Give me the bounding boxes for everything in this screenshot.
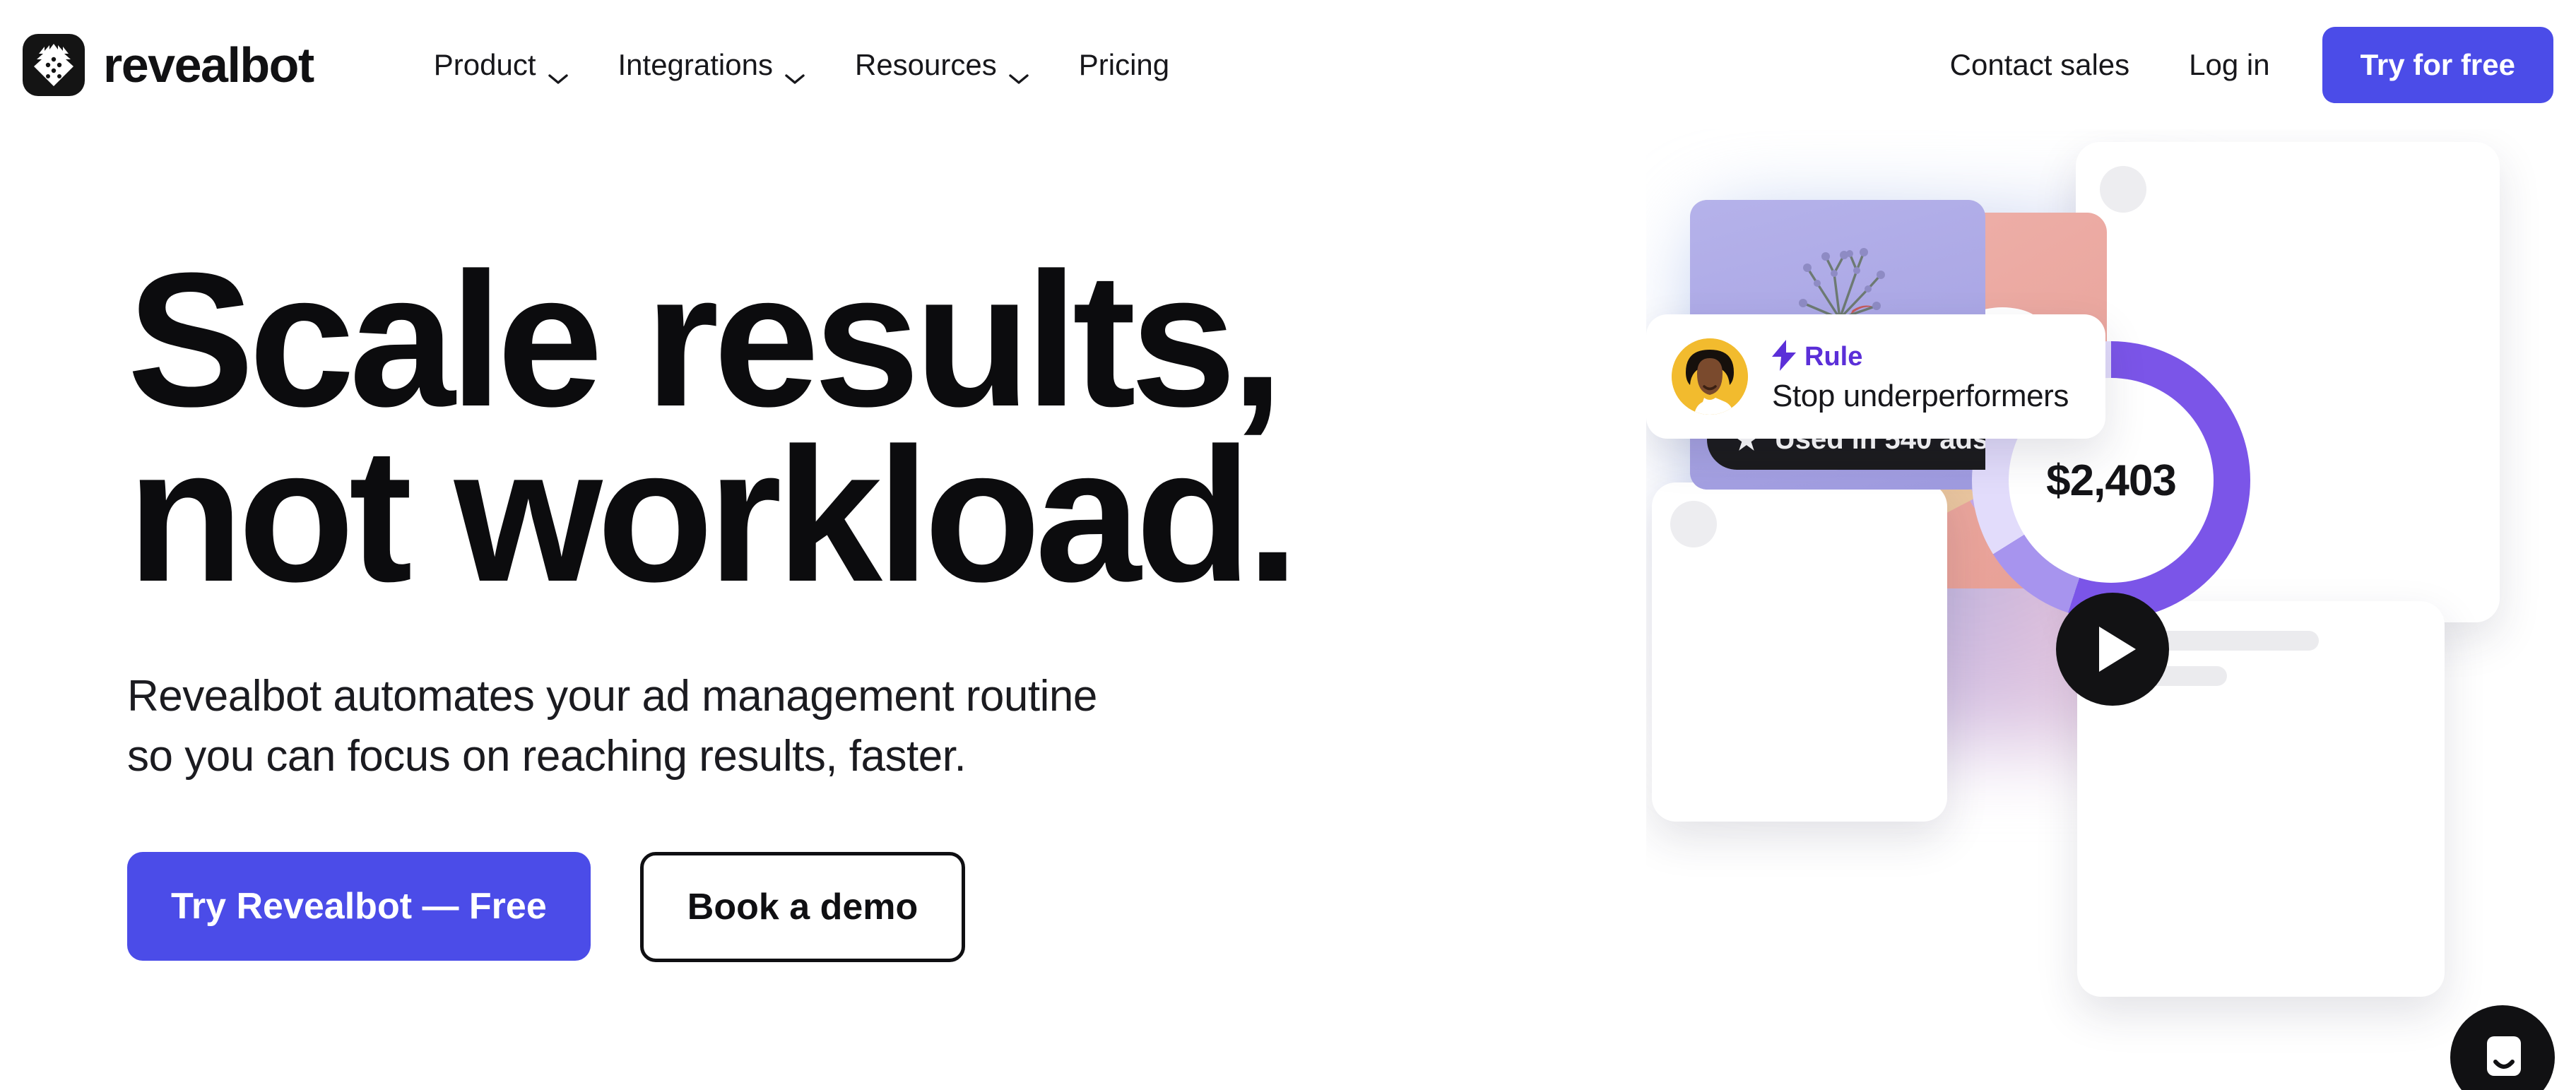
log-in-link[interactable]: Log in	[2159, 48, 2299, 82]
try-for-free-button[interactable]: Try for free	[2322, 26, 2553, 103]
hero-illustration: Rule Stop underperformers ★ Used in 540 …	[1646, 129, 2576, 1090]
contact-sales-link[interactable]: Contact sales	[1920, 48, 2159, 82]
nav-item-product[interactable]: Product	[409, 47, 593, 84]
subhead-line-2: so you can focus on reaching results, fa…	[127, 732, 967, 781]
brand-wordmark: revealbot	[103, 37, 314, 93]
chevron-down-icon	[1008, 59, 1029, 84]
headline-line-2: not workload.	[127, 409, 1299, 622]
brand-logo[interactable]: revealbot	[23, 33, 314, 96]
try-revealbot-free-button[interactable]: Try Revealbot — Free	[127, 851, 591, 961]
rule-tag: Rule	[1772, 339, 2069, 374]
ad-video-card	[2076, 142, 2500, 622]
page-title: Scale results, not workload.	[127, 234, 1611, 622]
nav-label: Product	[433, 47, 536, 81]
nav-label: Resources	[854, 47, 997, 81]
nav-item-integrations[interactable]: Integrations	[593, 47, 830, 84]
avatar-placeholder-icon	[2100, 166, 2146, 213]
revealbot-pineapple-icon	[23, 33, 85, 96]
rule-notification-card: Rule Stop underperformers	[1646, 314, 2105, 439]
chat-bubble-smile-icon	[2473, 1026, 2532, 1089]
play-icon[interactable]	[2056, 593, 2169, 706]
nav-label: Integrations	[618, 47, 773, 81]
avatar-placeholder-icon	[1670, 501, 1717, 547]
rule-description: Stop underperformers	[1772, 378, 2069, 413]
hero-cta-row: Try Revealbot — Free Book a demo	[127, 851, 1611, 962]
site-header: revealbot Product Integrations Resources…	[0, 0, 2576, 129]
hero-subheading: Revealbot automates your ad management r…	[127, 666, 1611, 787]
nav-item-pricing[interactable]: Pricing	[1054, 48, 1194, 82]
rule-tag-label: Rule	[1804, 341, 1863, 372]
chat-launcher-button[interactable]	[2450, 1005, 2555, 1090]
chevron-down-icon	[548, 59, 569, 84]
ad-image-card	[1652, 482, 1947, 822]
main-navigation: Product Integrations Resources Pricing	[409, 47, 1194, 84]
book-a-demo-button[interactable]: Book a demo	[639, 851, 966, 962]
chevron-down-icon	[784, 59, 805, 84]
headline-line-1: Scale results,	[127, 234, 1284, 446]
hero-content: Scale results, not workload. Revealbot a…	[127, 129, 1611, 962]
nav-label: Pricing	[1078, 47, 1170, 81]
header-actions: Contact sales Log in Try for free	[1920, 26, 2576, 103]
lightning-bolt-icon	[1772, 339, 1796, 374]
rule-card-text: Rule Stop underperformers	[1772, 339, 2069, 414]
subhead-line-1: Revealbot automates your ad management r…	[127, 671, 1097, 721]
nav-item-resources[interactable]: Resources	[830, 47, 1054, 84]
user-avatar-photo	[1672, 338, 1748, 415]
